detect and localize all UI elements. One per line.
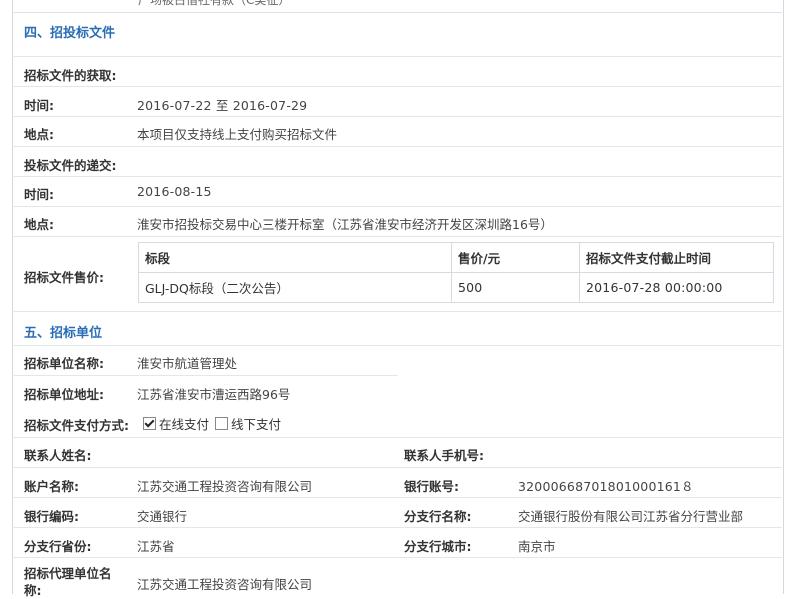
account-name-label: 账户名称: [24, 479, 79, 494]
branch-name-value: 交通银行股份有限公司江苏省分行营业部 [518, 509, 744, 524]
row-contact: 联系人姓名: 联系人手机号: [12, 438, 782, 468]
submit-place-value: 淮安市招投标交易中心三楼开标室（江苏省淮安市经济开发区深圳路16号） [137, 217, 553, 232]
account-name-value: 江苏交通工程投资咨询有限公司 [137, 479, 313, 494]
submit-place-label: 地点: [24, 217, 54, 232]
fee-header-price: 售价/元 [451, 242, 580, 273]
bank-account-label: 银行账号: [404, 479, 459, 494]
fee-table-header: 标段 售价/元 招标文件支付截止时间 [138, 242, 774, 273]
row-obtain-time: 时间: 2016-07-22 至 2016-07-29 [12, 87, 782, 117]
fee-table: 标段 售价/元 招标文件支付截止时间 GLJ-DQ标段（二次公告） 500 20… [138, 242, 774, 303]
pay-online-checkbox[interactable] [143, 417, 156, 430]
doc-obtain-label: 招标文件的获取: [24, 68, 117, 83]
doc-price-label: 招标文件售价: [24, 270, 104, 285]
row-unit-address: 招标单位地址: 江苏省淮安市漕运西路96号 [12, 376, 782, 405]
row-pay-method: 招标文件支付方式: 在线支付 线下支付 [12, 406, 782, 438]
row-submit-time: 时间: 2016-08-15 [12, 177, 782, 207]
obtain-place-label: 地点: [24, 127, 54, 142]
branch-province-label: 分支行省份: [24, 539, 92, 554]
fee-cell-deadline: 2016-07-28 00:00:00 [579, 272, 774, 303]
agent-value: 江苏交通工程投资咨询有限公司 [137, 577, 313, 592]
section5-header-row [12, 312, 782, 346]
fee-cell-price: 500 [451, 272, 580, 303]
fee-header-section: 标段 [138, 242, 452, 273]
row-submit-place: 地点: 淮安市招投标交易中心三楼开标室（江苏省淮安市经济开发区深圳路16号） [12, 207, 782, 237]
row-agent: 招标代理单位名称: 江苏交通工程投资咨询有限公司 [12, 558, 782, 598]
row-branch-location: 分支行省份: 江苏省 分支行城市: 南京市 [12, 528, 782, 558]
pay-online-option[interactable]: 在线支付 [143, 414, 209, 433]
pay-offline-label: 线下支付 [231, 417, 282, 432]
row-doc-obtain: 招标文件的获取: [12, 57, 782, 87]
pay-offline-option[interactable]: 线下支付 [215, 414, 281, 433]
row-obtain-place: 地点: 本项目仅支持线上支付购买招标文件 [12, 117, 782, 147]
fee-cell-section: GLJ-DQ标段（二次公告） [138, 272, 452, 303]
obtain-place-value: 本项目仅支持线上支付购买招标文件 [137, 127, 338, 142]
unit-name-value: 淮安市航道管理处 [137, 356, 238, 371]
table-row: GLJ-DQ标段（二次公告） 500 2016-07-28 00:00:00 [138, 272, 774, 303]
fee-header-deadline: 招标文件支付截止时间 [579, 242, 774, 273]
unit-address-value: 江苏省淮安市漕运西路96号 [137, 387, 291, 402]
branch-province-value: 江苏省 [137, 539, 175, 554]
unit-address-label: 招标单位地址: [24, 387, 104, 402]
pay-online-label: 在线支付 [159, 417, 210, 432]
pay-offline-checkbox[interactable] [215, 417, 228, 430]
row-account: 账户名称: 江苏交通工程投资咨询有限公司 银行账号: 3200066870180… [12, 468, 782, 498]
row-unit-name: 招标单位名称: 淮安市航道管理处 [12, 346, 398, 376]
submit-time-value: 2016-08-15 [137, 184, 212, 199]
contact-phone-label: 联系人手机号: [404, 448, 484, 463]
bank-code-value: 交通银行 [137, 509, 188, 524]
bank-code-label: 银行编码: [24, 509, 79, 524]
obtain-time-value: 2016-07-22 至 2016-07-29 [137, 98, 308, 113]
branch-city-label: 分支行城市: [404, 539, 472, 554]
contact-name-label: 联系人姓名: [24, 448, 92, 463]
obtain-time-label: 时间: [24, 98, 54, 113]
submit-time-label: 时间: [24, 187, 54, 202]
doc-submit-label: 投标文件的递交: [24, 158, 117, 173]
row-bank-code: 银行编码: 交通银行 分支行名称: 交通银行股份有限公司江苏省分行营业部 [12, 498, 782, 528]
bank-account-value: 32000668701801000161８ [518, 479, 694, 494]
section4-header-row [12, 0, 782, 57]
pay-method-label: 招标文件支付方式: [24, 418, 129, 433]
branch-name-label: 分支行名称: [404, 509, 472, 524]
branch-city-value: 南京市 [518, 539, 556, 554]
row-doc-submit: 投标文件的递交: [12, 147, 782, 177]
unit-name-label: 招标单位名称: [24, 356, 104, 371]
